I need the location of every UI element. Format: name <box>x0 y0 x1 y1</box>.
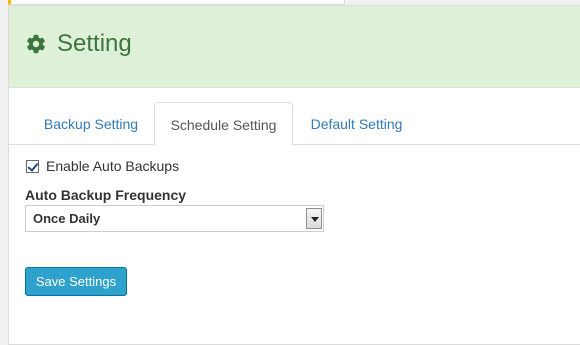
panel-heading: Setting <box>9 6 580 88</box>
chevron-down-icon[interactable] <box>306 208 322 229</box>
tab-backup-setting[interactable]: Backup Setting <box>26 102 156 145</box>
enable-auto-backups-checkbox[interactable] <box>26 159 39 173</box>
tab-default-setting[interactable]: Default Setting <box>299 102 414 145</box>
auto-backup-frequency-label: Auto Backup Frequency <box>25 187 187 203</box>
selected-frequency: Once Daily <box>33 211 101 226</box>
tab-schedule-setting[interactable]: Schedule Setting <box>154 102 293 146</box>
auto-backup-frequency-select[interactable]: Once Daily <box>25 205 324 232</box>
enable-auto-backups-row[interactable]: Enable Auto Backups <box>26 158 179 174</box>
save-settings-button[interactable]: Save Settings <box>25 267 127 296</box>
page-title: Setting <box>57 29 132 57</box>
settings-tabs: Backup Setting Schedule Setting Default … <box>9 102 580 146</box>
gear-icon <box>27 34 45 53</box>
settings-panel: Setting Backup Setting Schedule Setting … <box>8 5 580 345</box>
enable-auto-backups-label: Enable Auto Backups <box>46 158 180 174</box>
